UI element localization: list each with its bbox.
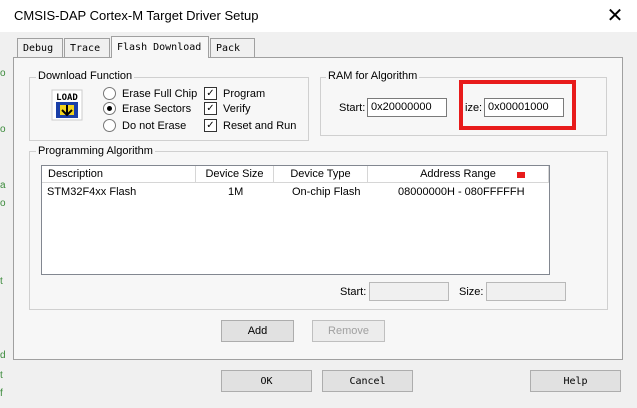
radio-label: Do not Erase: [122, 119, 187, 132]
checkbox-reset-and-run[interactable]: ✓ Reset and Run: [204, 119, 296, 132]
ram-size-label: ize:: [465, 102, 483, 114]
background-glyph: a: [0, 180, 6, 191]
ok-button[interactable]: OK: [221, 370, 312, 392]
cell-address-range: 08000000H - 080FFFFFH: [398, 186, 525, 198]
tab-pack[interactable]: Pack: [210, 38, 255, 57]
background-glyph: t: [0, 370, 3, 381]
radio-erase-full-chip[interactable]: Erase Full Chip: [103, 87, 197, 100]
close-icon[interactable]: ✕: [598, 2, 632, 28]
radio-do-not-erase[interactable]: Do not Erase: [103, 119, 186, 132]
cancel-button[interactable]: Cancel: [322, 370, 413, 392]
tab-label: Trace: [70, 42, 101, 54]
checkbox-verify[interactable]: ✓ Verify: [204, 102, 251, 115]
load-icon: LOAD: [51, 89, 83, 121]
tab-label: Debug: [23, 42, 54, 54]
radio-label: Erase Full Chip: [122, 87, 198, 100]
checkbox-label: Verify: [223, 102, 251, 115]
algo-start-label: Start:: [340, 286, 367, 298]
checkmark-icon[interactable]: ✓: [204, 87, 217, 100]
tab-trace[interactable]: Trace: [64, 38, 110, 57]
ram-size-field[interactable]: 0x00001000: [484, 98, 564, 117]
radio-button-selected[interactable]: [103, 102, 116, 115]
algo-size-label: Size:: [459, 286, 484, 298]
column-header-device-type[interactable]: Device Type: [274, 166, 368, 183]
table-row[interactable]: STM32F4xx Flash 1M On-chip Flash 0800000…: [42, 185, 549, 201]
background-glyph: d: [0, 350, 6, 361]
radio-button[interactable]: [103, 87, 116, 100]
programming-algorithm-legend: Programming Algorithm: [36, 145, 155, 157]
checkmark-icon[interactable]: ✓: [204, 119, 217, 132]
radio-button[interactable]: [103, 119, 116, 132]
background-glyph: t: [0, 276, 3, 287]
ram-start-label: Start:: [339, 102, 366, 114]
background-glyph: o: [0, 68, 6, 79]
ram-start-field[interactable]: 0x20000000: [367, 98, 447, 117]
algo-start-field[interactable]: [369, 282, 449, 301]
checkbox-label: Reset and Run: [223, 119, 297, 132]
red-marker-icon: [517, 172, 525, 178]
cell-device-size: 1M: [228, 186, 244, 198]
radio-erase-sectors[interactable]: Erase Sectors: [103, 102, 191, 115]
background-glyph: o: [0, 198, 6, 209]
tab-debug[interactable]: Debug: [17, 38, 63, 57]
background-glyph: o: [0, 124, 6, 135]
tab-label: Pack: [216, 42, 241, 54]
title-bar[interactable]: CMSIS-DAP Cortex-M Target Driver Setup ✕: [0, 0, 637, 32]
background-glyph: f: [0, 388, 3, 399]
help-button[interactable]: Help: [530, 370, 621, 392]
column-header-device-size[interactable]: Device Size: [196, 166, 274, 183]
tab-label: Flash Download: [117, 42, 202, 53]
checkmark-icon[interactable]: ✓: [204, 102, 217, 115]
checkbox-program[interactable]: ✓ Program: [204, 87, 265, 100]
add-button[interactable]: Add: [221, 320, 294, 342]
cell-device-type: On-chip Flash: [292, 186, 361, 198]
download-function-legend: Download Function: [36, 70, 135, 82]
load-icon-text: LOAD: [56, 93, 78, 103]
tab-flash-download[interactable]: Flash Download: [111, 36, 209, 58]
remove-button[interactable]: Remove: [312, 320, 385, 342]
algorithm-table[interactable]: Description Device Size Device Type Addr…: [41, 165, 550, 275]
ram-legend: RAM for Algorithm: [326, 70, 420, 82]
column-header-description[interactable]: Description: [42, 166, 196, 183]
radio-label: Erase Sectors: [122, 102, 192, 115]
window-title: CMSIS-DAP Cortex-M Target Driver Setup: [14, 8, 259, 23]
checkbox-label: Program: [223, 87, 266, 100]
algo-size-field[interactable]: [486, 282, 566, 301]
cell-description: STM32F4xx Flash: [47, 186, 137, 198]
